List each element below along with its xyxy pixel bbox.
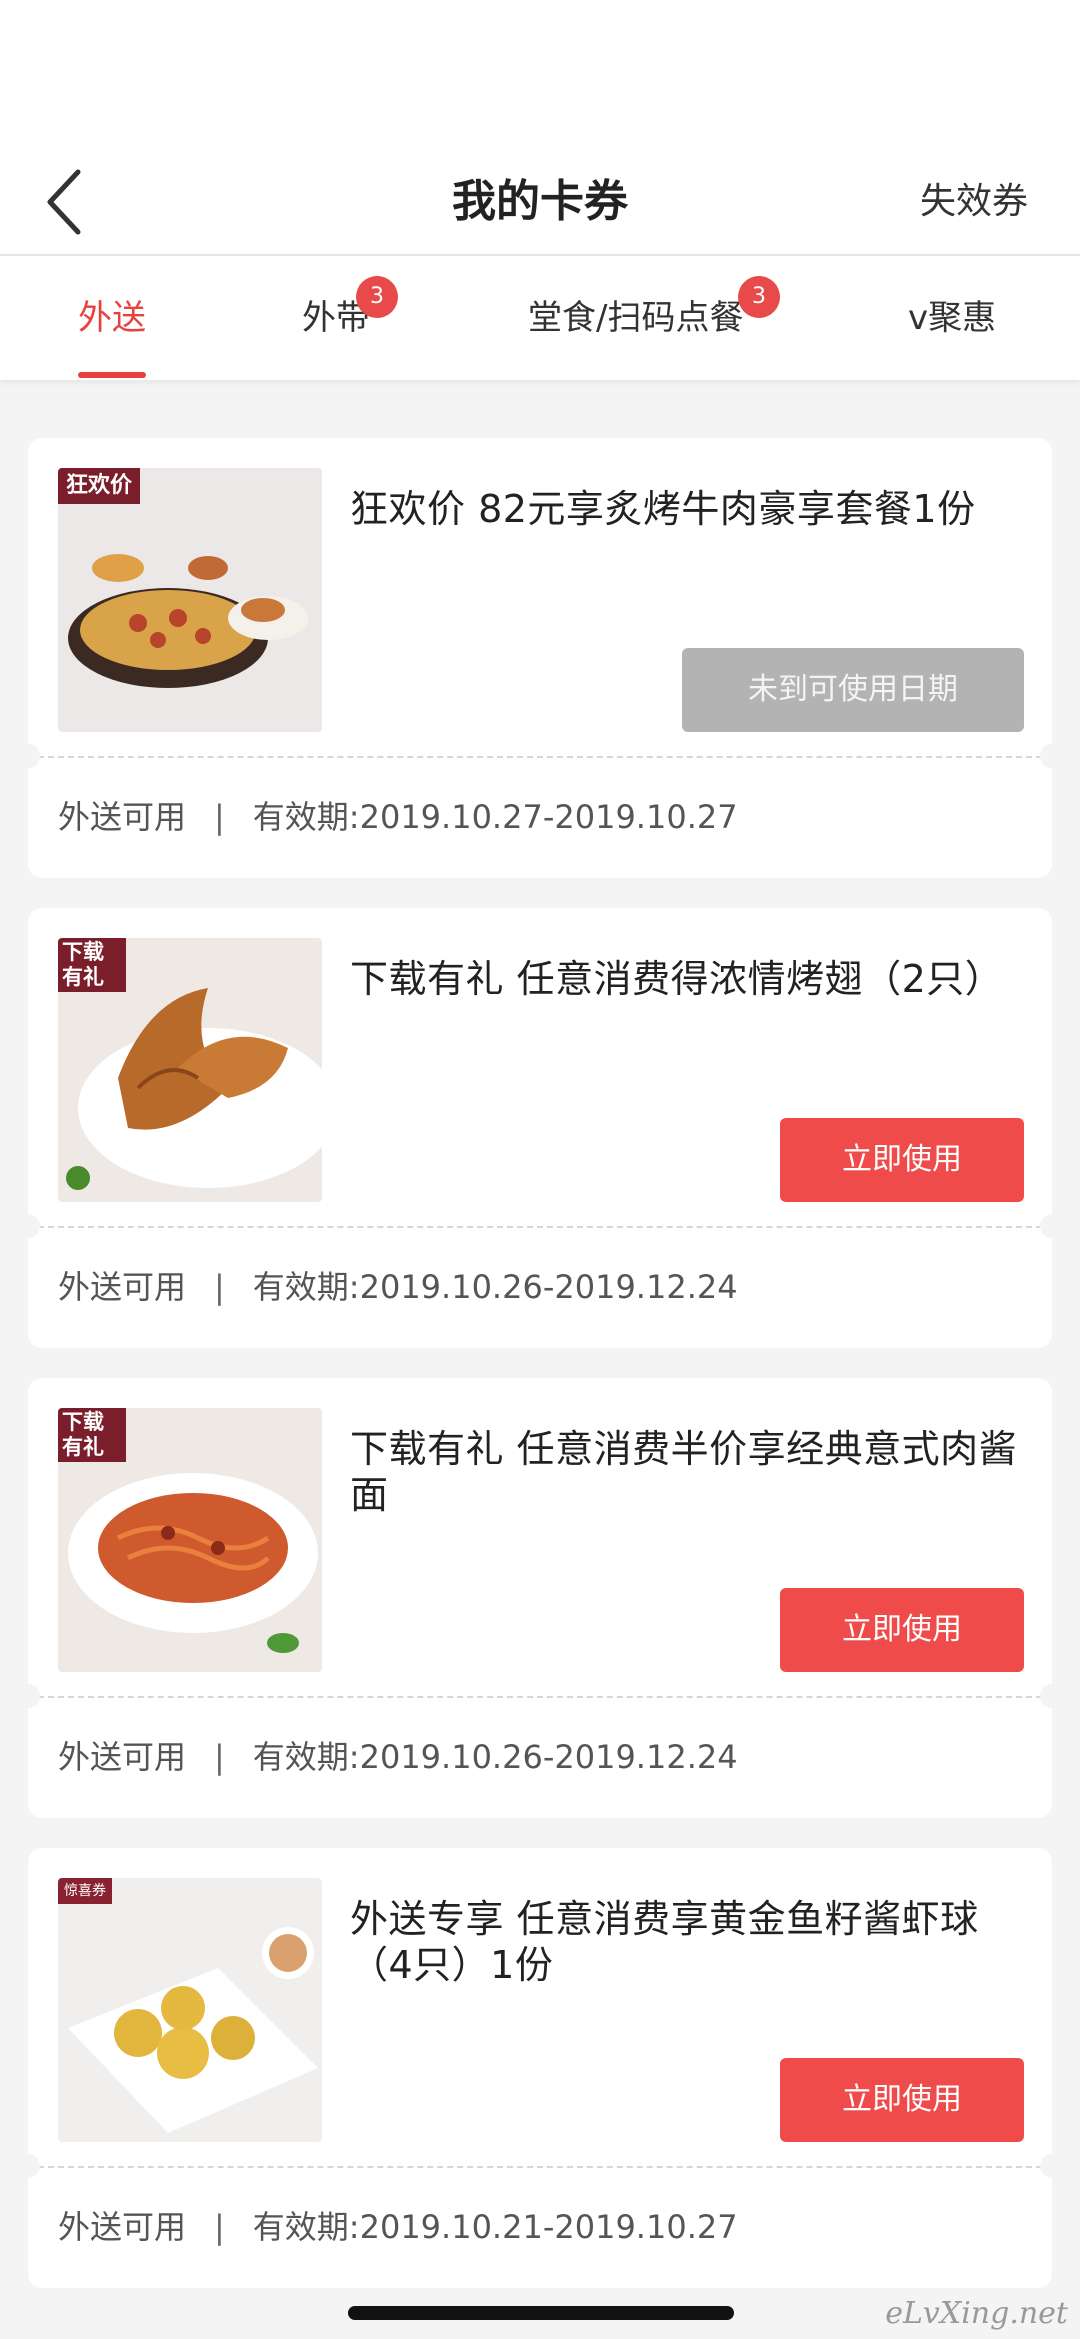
active-tab-indicator (78, 372, 146, 378)
promo-tag: 狂欢价 (58, 468, 141, 504)
use-now-button[interactable]: 立即使用 (780, 1118, 1024, 1202)
page-title: 我的卡券 (452, 176, 628, 227)
promo-tag: 下载有礼 (58, 938, 126, 992)
usage-scope: 外送可用 (58, 1738, 187, 1776)
tab-delivery[interactable]: 外送 (78, 256, 146, 380)
validity-label: 有效期: (252, 2208, 360, 2246)
usage-scope: 外送可用 (58, 2208, 187, 2246)
validity-label: 有效期: (252, 798, 360, 836)
tab-dine-in-badge: 3 (738, 276, 780, 318)
coupon-card: 惊喜券 外送专享 任意消费享黄金鱼籽酱虾球（4只）1份 立即使用 外送可用 | 有效… (16, 1848, 1064, 2288)
coupon-image-chicken-wings: 下载有礼 (58, 938, 322, 1202)
tab-takeaway-badge: 3 (356, 276, 398, 318)
coupon-card: 狂欢价 狂欢价 82元享炙烤牛肉豪享套餐1份 未到可使用日期 外送可用 | 有效期:… (16, 438, 1064, 878)
validity-dates: 2019.10.27-2019.10.27 (359, 798, 738, 836)
validity-dates: 2019.10.21-2019.10.27 (359, 2208, 738, 2246)
separator: | (214, 798, 225, 836)
home-indicator[interactable] (348, 2306, 734, 2320)
validity-label: 有效期: (252, 1738, 360, 1776)
coupon-title: 外送专享 任意消费享黄金鱼籽酱虾球（4只）1份 (350, 1897, 979, 1987)
tab-takeaway[interactable]: 外带 (302, 256, 370, 380)
expired-coupons-link[interactable]: 失效券 (920, 150, 1028, 254)
watermark: eLvXing.net (885, 2296, 1068, 2331)
coupon-card: 下载有礼 下载有礼 任意消费半价享经典意式肉酱面 立即使用 外送可用 | 有效期:2… (16, 1378, 1064, 1818)
separator: | (214, 1738, 225, 1776)
validity-label: 有效期: (252, 1268, 360, 1306)
nav-bar: 我的卡券 失效券 (0, 150, 1080, 256)
separator: | (214, 2208, 225, 2246)
status-bar (0, 0, 1080, 150)
use-now-button[interactable]: 立即使用 (780, 1588, 1024, 1672)
validity-dates: 2019.10.26-2019.12.24 (359, 1268, 738, 1306)
not-yet-valid-button[interactable]: 未到可使用日期 (682, 648, 1024, 732)
separator: | (214, 1268, 225, 1306)
tab-v-deals[interactable]: v聚惠 (908, 256, 996, 380)
coupon-footer: 外送可用 | 有效期:2019.10.26-2019.12.24 (58, 1696, 738, 1818)
coupon-title: 下载有礼 任意消费得浓情烤翅（2只） (350, 957, 1004, 1001)
coupon-card: 下载有礼 下载有礼 任意消费得浓情烤翅（2只） 立即使用 外送可用 | 有效期:20… (16, 908, 1064, 1348)
usage-scope: 外送可用 (58, 798, 187, 836)
coupon-footer: 外送可用 | 有效期:2019.10.27-2019.10.27 (58, 756, 738, 878)
coupon-image-shrimp-balls: 惊喜券 (58, 1878, 322, 2142)
coupon-footer: 外送可用 | 有效期:2019.10.21-2019.10.27 (58, 2166, 738, 2288)
promo-tag: 惊喜券 (58, 1878, 112, 1904)
validity-dates: 2019.10.26-2019.12.24 (359, 1738, 738, 1776)
coupon-title: 下载有礼 任意消费半价享经典意式肉酱面 (350, 1427, 1018, 1517)
coupon-image-spaghetti: 下载有礼 (58, 1408, 322, 1672)
usage-scope: 外送可用 (58, 1268, 187, 1306)
coupon-image-pizza-set: 狂欢价 (58, 468, 322, 732)
tab-dine-in[interactable]: 堂食/扫码点餐 (528, 256, 743, 380)
promo-tag: 下载有礼 (58, 1408, 126, 1462)
coupon-footer: 外送可用 | 有效期:2019.10.26-2019.12.24 (58, 1226, 738, 1348)
coupon-title: 狂欢价 82元享炙烤牛肉豪享套餐1份 (350, 487, 976, 531)
back-arrow-icon[interactable] (38, 164, 98, 240)
tab-bar: 外送 外带 3 堂食/扫码点餐 3 v聚惠 (0, 256, 1080, 380)
use-now-button[interactable]: 立即使用 (780, 2058, 1024, 2142)
